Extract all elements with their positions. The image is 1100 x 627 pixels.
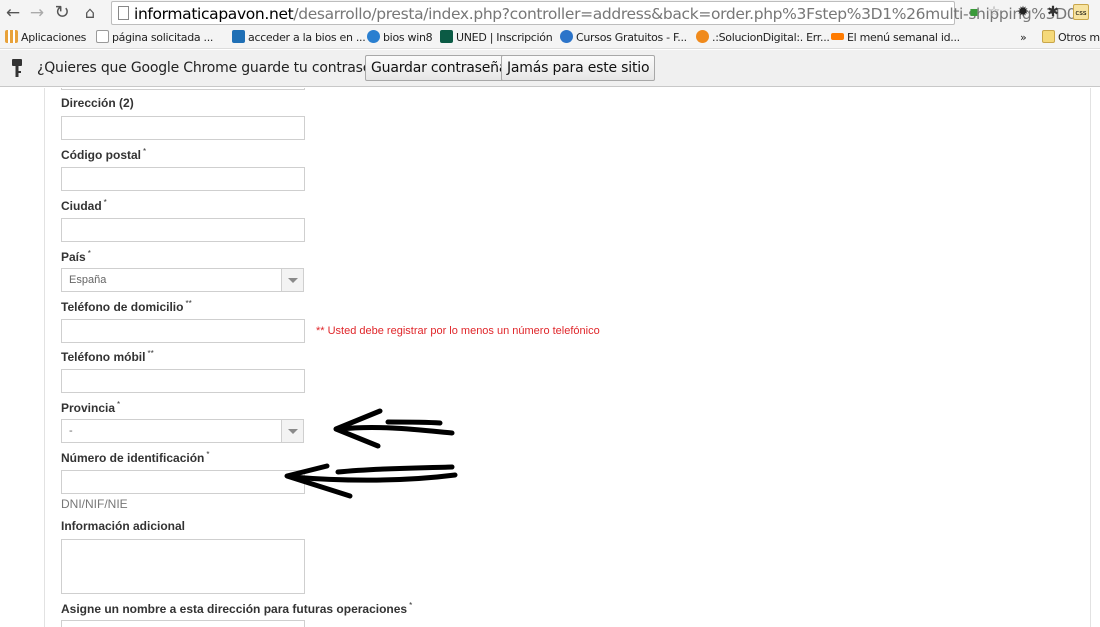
bookmark-uned[interactable]: UNED | Inscripción <box>440 30 553 46</box>
folder-icon <box>1042 30 1055 43</box>
home-icon[interactable]: ⌂ <box>80 2 100 24</box>
bookmark-page[interactable]: página solicitada ... <box>96 30 213 46</box>
forward-arrow-icon[interactable]: → <box>27 2 47 24</box>
reload-icon[interactable]: ↻ <box>52 2 72 24</box>
bookmarks-overflow-button[interactable]: » <box>1020 30 1027 46</box>
css-icon[interactable]: css <box>1073 4 1089 20</box>
star-icon[interactable]: ☆ <box>986 4 1002 20</box>
gear-blue-icon <box>560 30 573 43</box>
bookmark-bios[interactable]: acceder a la bios en ... <box>232 30 366 46</box>
t-icon <box>232 30 245 43</box>
never-save-button[interactable]: Jamás para este sitio <box>501 55 656 81</box>
bookmark-cursos[interactable]: Cursos Gratuitos - F... <box>560 30 687 46</box>
password-infobar: ¿Quieres que Google Chrome guarde tu con… <box>0 50 1100 87</box>
u-icon <box>440 30 453 43</box>
bookmark-menu-semanal[interactable]: El menú semanal id... <box>831 30 960 46</box>
bookmark-other[interactable]: Otros m <box>1042 30 1100 46</box>
arrow-to-province-icon <box>333 408 455 449</box>
annotation-arrows <box>284 408 458 499</box>
address-bar[interactable]: informaticapavon.net/desarrollo/presta/i… <box>111 1 1077 25</box>
gear-icon[interactable]: ✹ <box>1015 4 1031 20</box>
bookmarks-bar: Aplicaciones página solicitada ... acced… <box>0 27 1100 49</box>
infobar-message: ¿Quieres que Google Chrome guarde tu con… <box>37 60 396 76</box>
hp-icon <box>367 30 380 43</box>
page-icon <box>118 6 129 20</box>
bug-icon[interactable]: ✱ <box>1045 4 1061 20</box>
bookmark-apps[interactable]: Aplicaciones <box>5 30 86 46</box>
address-form: Dirección (2) Código postal * Ciudad * Paí… <box>0 88 1100 627</box>
save-password-button[interactable]: Guardar contraseña <box>365 55 514 81</box>
browser-toolbar: ← → ↻ ⌂ informaticapavon.net/desarrollo/… <box>0 0 1100 27</box>
back-arrow-icon[interactable]: ← <box>3 2 23 24</box>
key-icon <box>12 59 22 77</box>
page-icon <box>96 30 109 43</box>
sd-icon <box>696 30 709 43</box>
rtve-icon <box>831 33 844 40</box>
bookmark-bios-win8[interactable]: bios win8 <box>367 30 433 46</box>
apps-grid-icon <box>5 30 18 43</box>
url-text[interactable]: informaticapavon.net/desarrollo/presta/i… <box>134 4 1077 24</box>
bookmark-soluciondigital[interactable]: .:SolucionDigital:. Err... <box>696 30 830 46</box>
arrow-to-id-number-icon <box>284 463 458 499</box>
extension-icon[interactable]: ▪ <box>966 4 982 20</box>
